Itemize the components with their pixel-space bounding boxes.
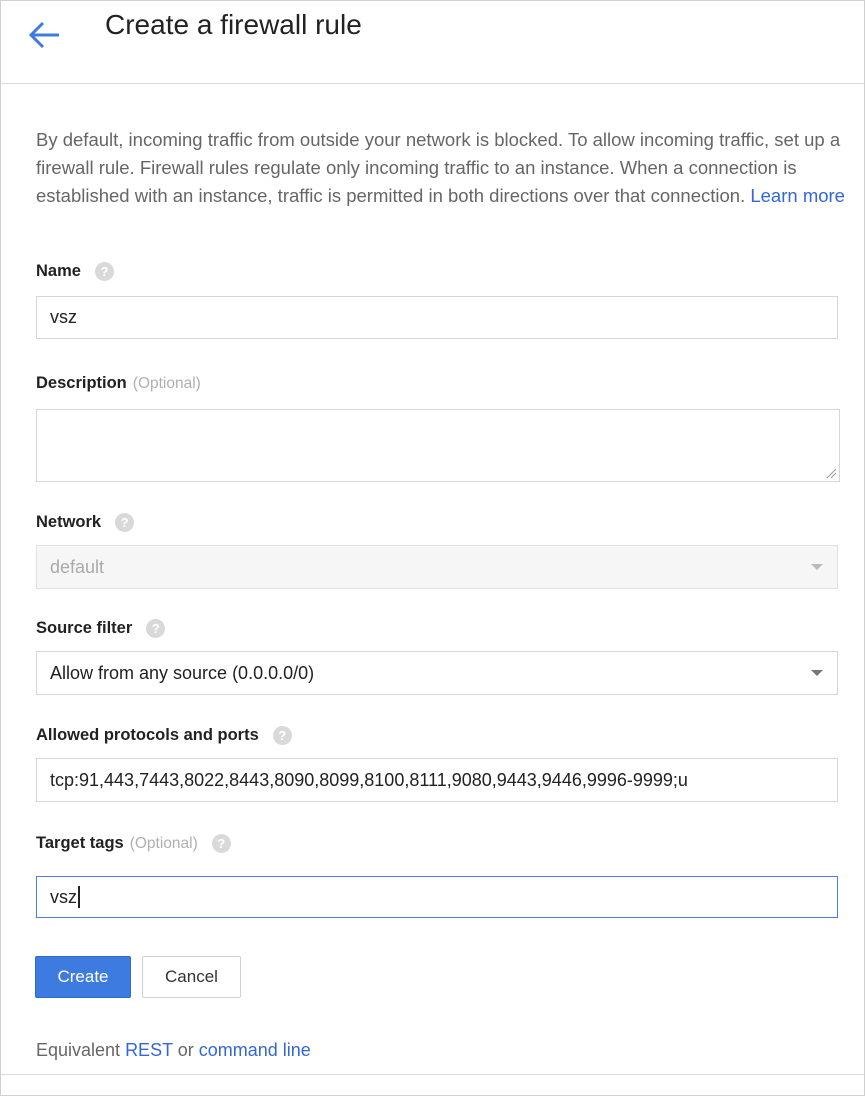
- source-filter-select[interactable]: Allow from any source (0.0.0.0/0): [36, 651, 838, 695]
- network-label: Network: [36, 513, 102, 531]
- allowed-label: Allowed protocols and ports: [36, 726, 259, 744]
- create-button[interactable]: Create: [35, 956, 131, 998]
- help-icon[interactable]: ?: [115, 513, 135, 532]
- cancel-button[interactable]: Cancel: [142, 956, 241, 998]
- description-label: Description: [36, 374, 127, 392]
- target-tags-value: vsz: [50, 886, 77, 907]
- name-label-row: Name ?: [36, 262, 114, 281]
- arrow-back-icon: [28, 21, 59, 49]
- target-tags-label: Target tags: [36, 834, 124, 852]
- network-label-row: Network ?: [36, 513, 135, 532]
- footer-or: or: [172, 1040, 199, 1060]
- network-value: default: [50, 556, 105, 577]
- intro-body: By default, incoming traffic from outsid…: [36, 129, 841, 206]
- learn-more-link[interactable]: Learn more: [750, 185, 845, 206]
- equivalent-footer: Equivalent REST or command line: [36, 1040, 311, 1061]
- back-button[interactable]: [23, 13, 67, 57]
- target-tags-input[interactable]: vsz: [36, 876, 838, 918]
- rest-link[interactable]: REST: [125, 1040, 173, 1060]
- network-select[interactable]: default: [36, 545, 838, 589]
- help-icon[interactable]: ?: [146, 619, 166, 638]
- text-cursor: [78, 886, 80, 908]
- description-textarea[interactable]: [36, 409, 840, 482]
- help-icon[interactable]: ?: [94, 262, 114, 281]
- intro-text: By default, incoming traffic from outsid…: [36, 126, 846, 210]
- page-title: Create a firewall rule: [105, 9, 362, 40]
- optional-hint: (Optional): [129, 834, 198, 852]
- help-icon[interactable]: ?: [211, 834, 231, 853]
- name-value: vsz: [50, 307, 77, 327]
- chevron-down-icon: [811, 564, 823, 570]
- chevron-down-icon: [811, 670, 823, 676]
- header: Create a firewall rule: [1, 1, 864, 84]
- optional-hint: (Optional): [132, 374, 201, 392]
- source-filter-label-row: Source filter ?: [36, 619, 166, 638]
- divider: [1, 1074, 864, 1075]
- source-filter-label: Source filter: [36, 619, 133, 637]
- resize-grip-icon[interactable]: [825, 467, 837, 479]
- command-line-link[interactable]: command line: [199, 1040, 311, 1060]
- description-label-row: Description (Optional): [36, 374, 201, 393]
- allowed-ports-value: tcp:91,443,7443,8022,8443,8090,8099,8100…: [50, 769, 688, 790]
- allowed-label-row: Allowed protocols and ports ?: [36, 726, 292, 745]
- footer-prefix: Equivalent: [36, 1040, 126, 1060]
- allowed-ports-input[interactable]: tcp:91,443,7443,8022,8443,8090,8099,8100…: [36, 758, 838, 802]
- target-tags-label-row: Target tags (Optional) ?: [36, 834, 231, 853]
- source-filter-value: Allow from any source (0.0.0.0/0): [50, 662, 315, 683]
- name-label: Name: [36, 262, 81, 280]
- name-input[interactable]: vsz: [36, 296, 838, 339]
- dialog-frame: Create a firewall rule By default, incom…: [0, 0, 865, 1096]
- help-icon[interactable]: ?: [272, 726, 292, 745]
